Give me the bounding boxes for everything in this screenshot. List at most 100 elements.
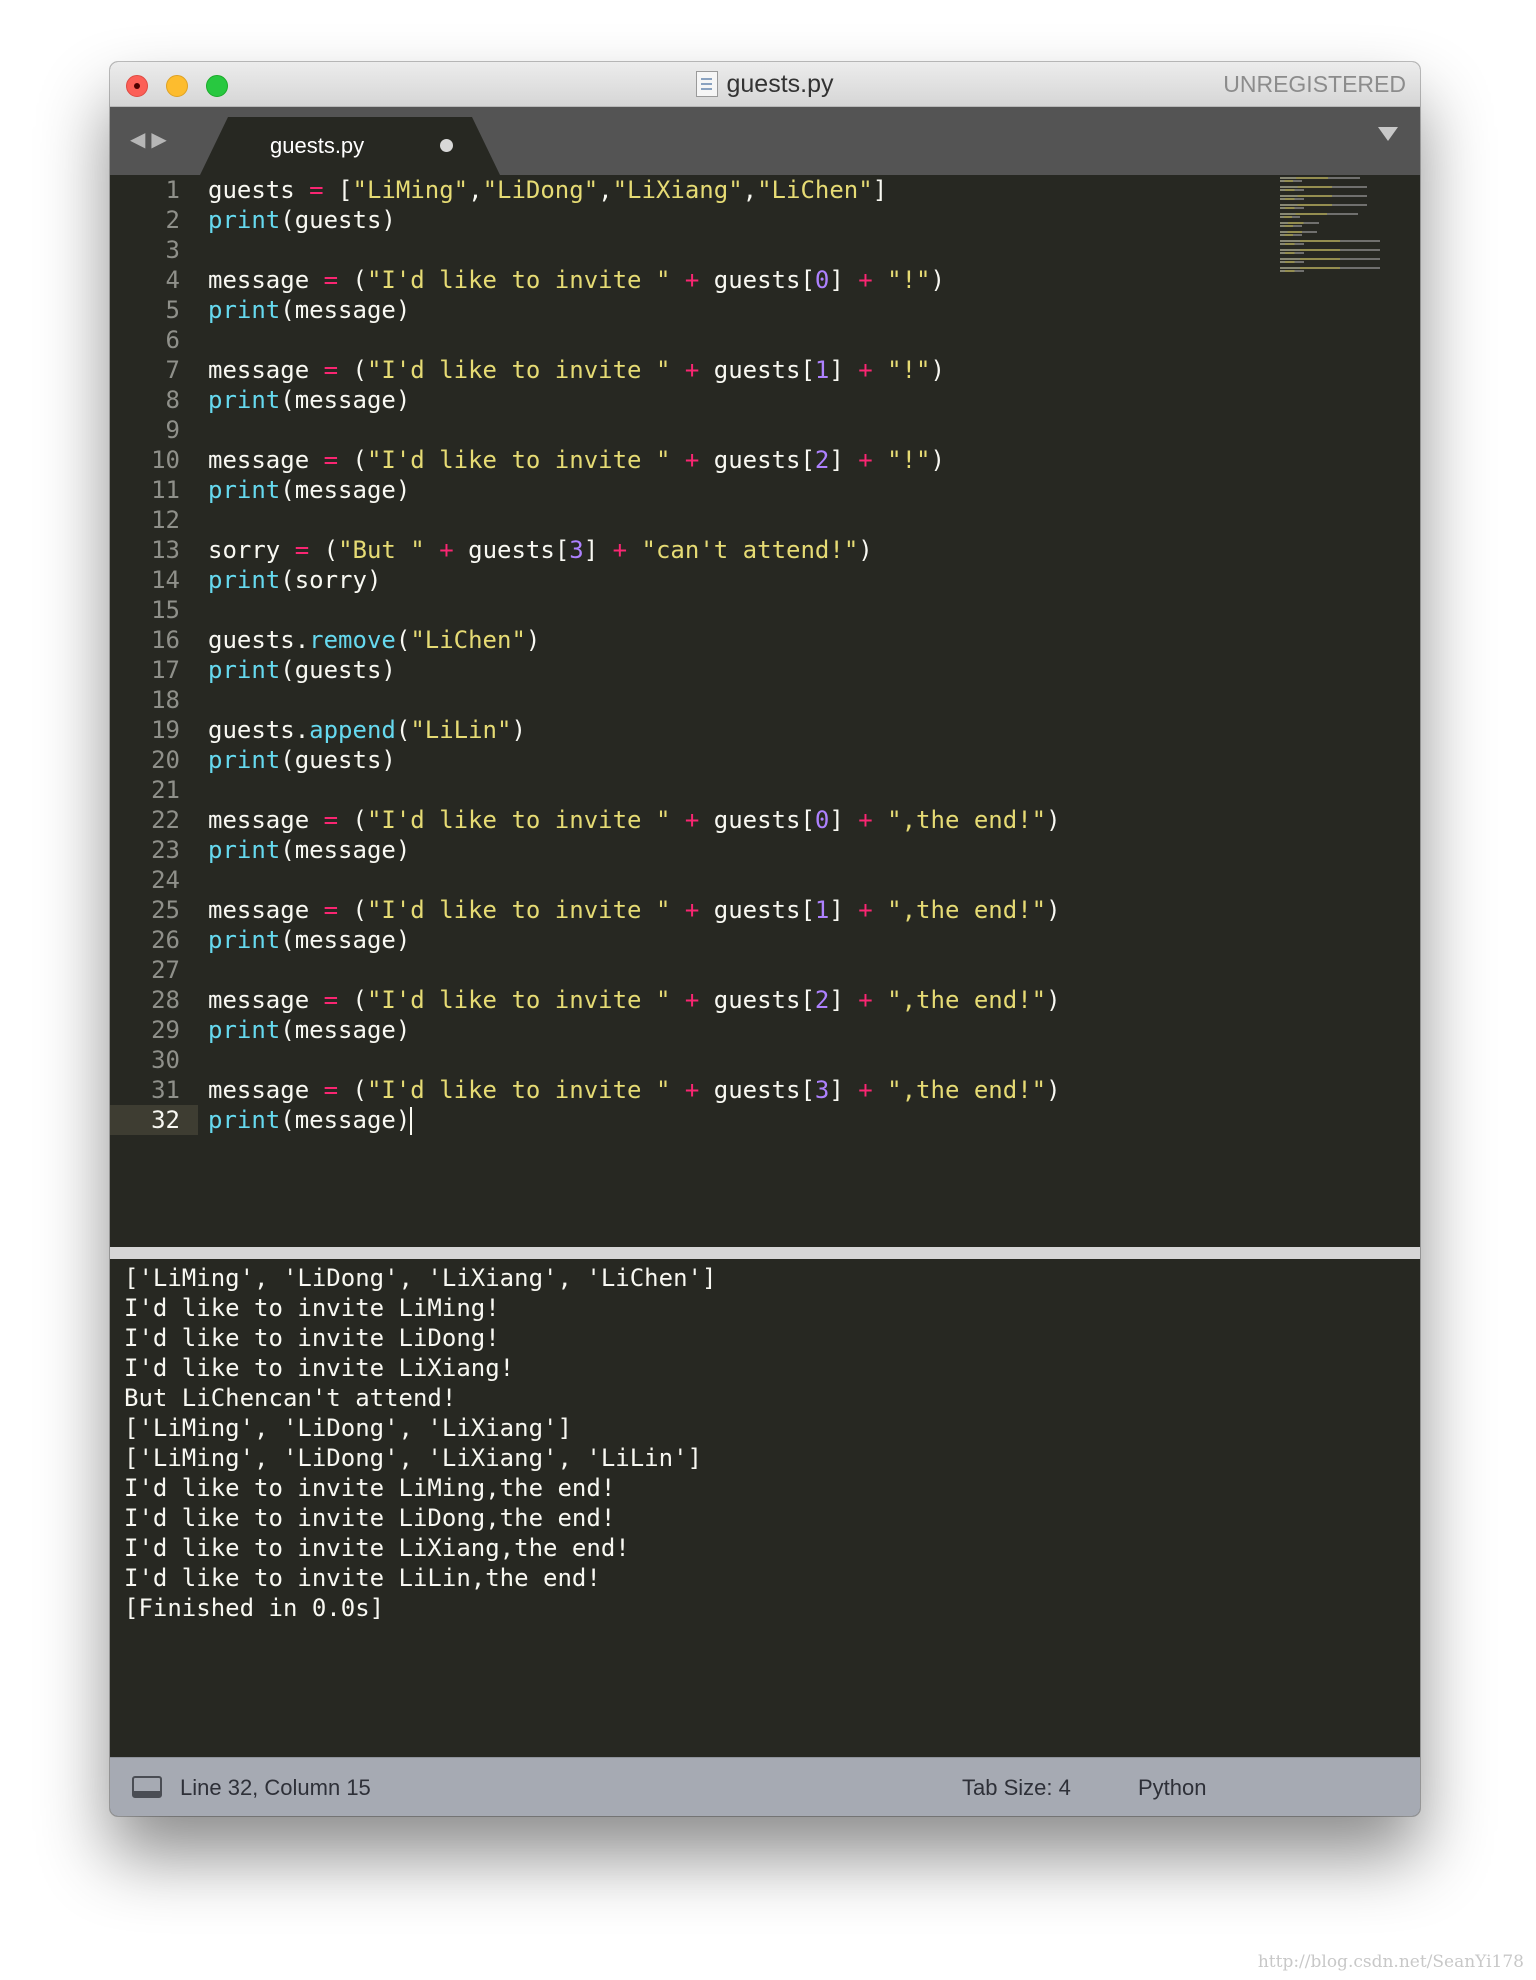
code-token: ] <box>829 896 859 924</box>
tab-guests-py[interactable]: guests.py <box>200 117 520 175</box>
code-line[interactable]: 26 print(message) <box>110 925 1260 955</box>
panel-splitter[interactable] <box>110 1247 1420 1259</box>
code-token: ) <box>930 446 945 474</box>
unsaved-dot-icon[interactable] <box>440 139 453 152</box>
code-line[interactable]: 30 <box>110 1045 1260 1075</box>
code-line[interactable]: 22 message = ("I'd like to invite " + gue… <box>110 805 1260 835</box>
minimap-line <box>1280 198 1304 200</box>
code-line[interactable]: 1 guests = ["LiMing","LiDong","LiXiang","… <box>110 175 1260 205</box>
code-line[interactable]: 24 <box>110 865 1260 895</box>
code-editor[interactable]: 1 guests = ["LiMing","LiDong","LiXiang","… <box>110 175 1420 1247</box>
code-token: + <box>858 806 873 834</box>
code-text: print(message) <box>208 925 410 955</box>
code-text: print(message) <box>208 385 410 415</box>
code-line[interactable]: 9 <box>110 415 1260 445</box>
code-line[interactable]: 28 message = ("I'd like to invite " + gue… <box>110 985 1260 1015</box>
code-token: print <box>208 926 281 954</box>
code-line[interactable]: 17 print(guests) <box>110 655 1260 685</box>
code-token: ( <box>395 716 411 744</box>
code-text: print(message) <box>208 475 410 505</box>
code-token: = <box>323 1076 339 1104</box>
code-token: ",the end!" <box>887 1076 1047 1104</box>
code-token: ] <box>872 176 888 204</box>
cursor-position[interactable]: Line 32, Column 15 <box>180 1758 371 1816</box>
code-line[interactable]: 18 <box>110 685 1260 715</box>
code-token: message <box>208 986 324 1014</box>
code-line[interactable]: 16 guests.remove("LiChen") <box>110 625 1260 655</box>
code-token: , <box>742 176 758 204</box>
line-number: 15 <box>151 596 180 624</box>
code-text: print(message) <box>208 1105 413 1135</box>
line-number: 16 <box>151 626 180 654</box>
code-line[interactable]: 6 <box>110 325 1260 355</box>
line-number: 28 <box>151 986 180 1014</box>
line-number: 17 <box>151 656 180 684</box>
code-line[interactable]: 23 print(message) <box>110 835 1260 865</box>
line-number: 13 <box>151 536 180 564</box>
code-line[interactable]: 3 <box>110 235 1260 265</box>
minimap-line <box>1280 261 1304 263</box>
code-line[interactable]: 11 print(message) <box>110 475 1260 505</box>
code-line[interactable]: 4 message = ("I'd like to invite " + gues… <box>110 265 1260 295</box>
code-token: (message) <box>280 476 411 504</box>
code-line[interactable]: 27 <box>110 955 1260 985</box>
code-token: print <box>208 836 281 864</box>
python-file-icon <box>696 71 719 97</box>
code-line[interactable]: 31 message = ("I'd like to invite " + gue… <box>110 1075 1260 1105</box>
code-line[interactable]: 19 guests.append("LiLin") <box>110 715 1260 745</box>
code-token: ) <box>930 266 945 294</box>
code-line[interactable]: 29 print(message) <box>110 1015 1260 1045</box>
code-line[interactable]: 2 print(guests) <box>110 205 1260 235</box>
minimap-line <box>1280 186 1367 188</box>
code-token: "!" <box>887 266 931 294</box>
syntax-setting[interactable]: Python <box>1138 1758 1207 1816</box>
code-token: "LiMing" <box>352 176 469 204</box>
code-token: 1 <box>814 896 830 924</box>
line-number: 30 <box>151 1046 180 1074</box>
code-line[interactable]: 8 print(message) <box>110 385 1260 415</box>
code-line[interactable]: 21 <box>110 775 1260 805</box>
code-token: 1 <box>814 356 830 384</box>
code-token: ] <box>829 266 859 294</box>
code-token: print <box>208 566 281 594</box>
code-line[interactable]: 25 message = ("I'd like to invite " + gue… <box>110 895 1260 925</box>
code-line[interactable]: 13 sorry = ("But " + guests[3] + "can't a… <box>110 535 1260 565</box>
code-line[interactable]: 20 print(guests) <box>110 745 1260 775</box>
minimap-line <box>1280 177 1360 179</box>
code-text: message = ("I'd like to invite " + guest… <box>208 895 1061 925</box>
code-token: ) <box>858 536 873 564</box>
code-token: + <box>858 986 873 1014</box>
editor-window: guests.py UNREGISTERED ◀▶ guests.py 1 gue… <box>110 62 1420 1816</box>
code-token: message <box>208 1076 324 1104</box>
minimap[interactable] <box>1280 177 1390 273</box>
minimap-line <box>1280 189 1304 191</box>
code-token: guests[ <box>699 446 815 474</box>
code-line[interactable]: 12 <box>110 505 1260 535</box>
line-number: 4 <box>165 266 180 294</box>
code-token: print <box>208 476 281 504</box>
code-token: guests[ <box>453 536 570 564</box>
code-line[interactable]: 15 <box>110 595 1260 625</box>
minimap-line <box>1280 213 1359 215</box>
tab-size-setting[interactable]: Tab Size: 4 <box>962 1758 1071 1816</box>
code-token: + <box>684 806 700 834</box>
tab-list-dropdown-icon[interactable] <box>1378 127 1398 141</box>
code-line[interactable]: 32 print(message) <box>110 1105 1260 1135</box>
code-token: = <box>323 356 339 384</box>
line-number: 14 <box>151 566 180 594</box>
code-token: message <box>208 266 324 294</box>
code-line[interactable]: 14 print(sorry) <box>110 565 1260 595</box>
code-token: "LiXiang" <box>612 176 743 204</box>
code-line[interactable]: 10 message = ("I'd like to invite " + gue… <box>110 445 1260 475</box>
code-token: + <box>858 896 873 924</box>
tab-nav-arrows-icon[interactable]: ◀▶ <box>130 127 173 152</box>
code-line[interactable]: 7 message = ("I'd like to invite " + gues… <box>110 355 1260 385</box>
code-token: + <box>684 1076 700 1104</box>
code-line[interactable]: 5 print(message) <box>110 295 1260 325</box>
code-token: ( <box>338 806 367 834</box>
code-token: "LiChen" <box>757 176 873 204</box>
panel-toggle-icon[interactable] <box>132 1776 162 1798</box>
